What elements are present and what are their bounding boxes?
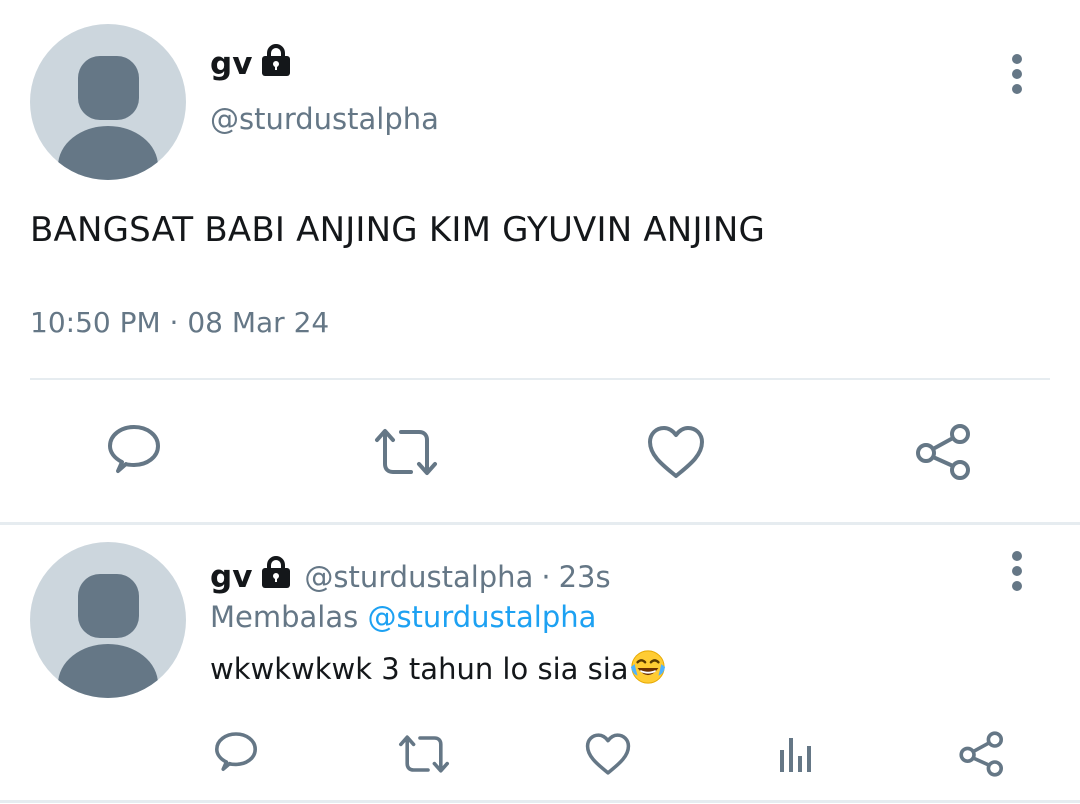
dot — [1012, 69, 1022, 79]
like-button[interactable] — [644, 420, 708, 484]
avatar-head — [78, 56, 139, 120]
time-ago[interactable]: 23s — [559, 560, 611, 594]
divider — [30, 378, 1050, 380]
author-name[interactable]: gv — [210, 46, 252, 82]
retweet-icon — [399, 735, 449, 773]
time-separator: · — [541, 560, 551, 594]
tweet-timestamp[interactable]: 10:50 PM · 08 Mar 24 — [30, 306, 329, 339]
replying-to-line: Membalas @sturdustalpha — [210, 600, 596, 634]
more-options-button[interactable] — [1007, 54, 1027, 98]
more-options-button[interactable] — [1007, 551, 1027, 595]
like-button[interactable] — [582, 730, 634, 778]
section-separator — [0, 522, 1080, 525]
avatar[interactable] — [30, 24, 186, 180]
avatar-head — [78, 574, 139, 638]
reply-icon — [108, 425, 160, 473]
section-separator — [0, 800, 1080, 803]
reply-icon — [215, 732, 257, 771]
avatar[interactable] — [30, 542, 186, 698]
reply-text-row: wkwkwkwk 3 tahun lo sia sia — [210, 650, 667, 690]
share-icon — [916, 424, 970, 480]
avatar-body — [58, 644, 158, 698]
retweet-button[interactable] — [370, 420, 442, 484]
replying-prefix: Membalas — [210, 600, 359, 634]
retweet-icon — [375, 429, 437, 475]
retweet-button[interactable] — [394, 730, 454, 778]
reply-button[interactable] — [210, 728, 262, 780]
replying-to-link[interactable]: @sturdustalpha — [367, 600, 596, 634]
tweet-text: wkwkwkwk 3 tahun lo sia sia — [210, 652, 629, 686]
reply-button[interactable] — [102, 420, 166, 484]
avatar-body — [58, 126, 158, 180]
dot — [1012, 84, 1022, 94]
laughing-tears-emoji-icon — [630, 650, 665, 684]
lock-icon — [262, 44, 291, 76]
analytics-button[interactable] — [772, 730, 820, 778]
share-button[interactable] — [912, 420, 976, 484]
like-icon — [648, 426, 704, 478]
author-name-row: gv — [210, 44, 292, 84]
dot — [1012, 54, 1022, 64]
like-icon — [585, 733, 631, 775]
analytics-icon — [780, 738, 811, 772]
tweet-text: BANGSAT BABI ANJING KIM GYUVIN ANJING — [30, 210, 766, 250]
reply-header: gv @sturdustalpha · 23s — [210, 555, 611, 599]
share-button[interactable] — [956, 728, 1008, 780]
author-name[interactable]: gv — [210, 559, 252, 595]
lock-icon — [262, 556, 291, 588]
dot — [1012, 581, 1022, 591]
dot — [1012, 551, 1022, 561]
author-handle[interactable]: @sturdustalpha — [210, 102, 439, 136]
author-handle[interactable]: @sturdustalpha — [304, 560, 533, 594]
dot — [1012, 566, 1022, 576]
share-icon — [959, 731, 1003, 777]
